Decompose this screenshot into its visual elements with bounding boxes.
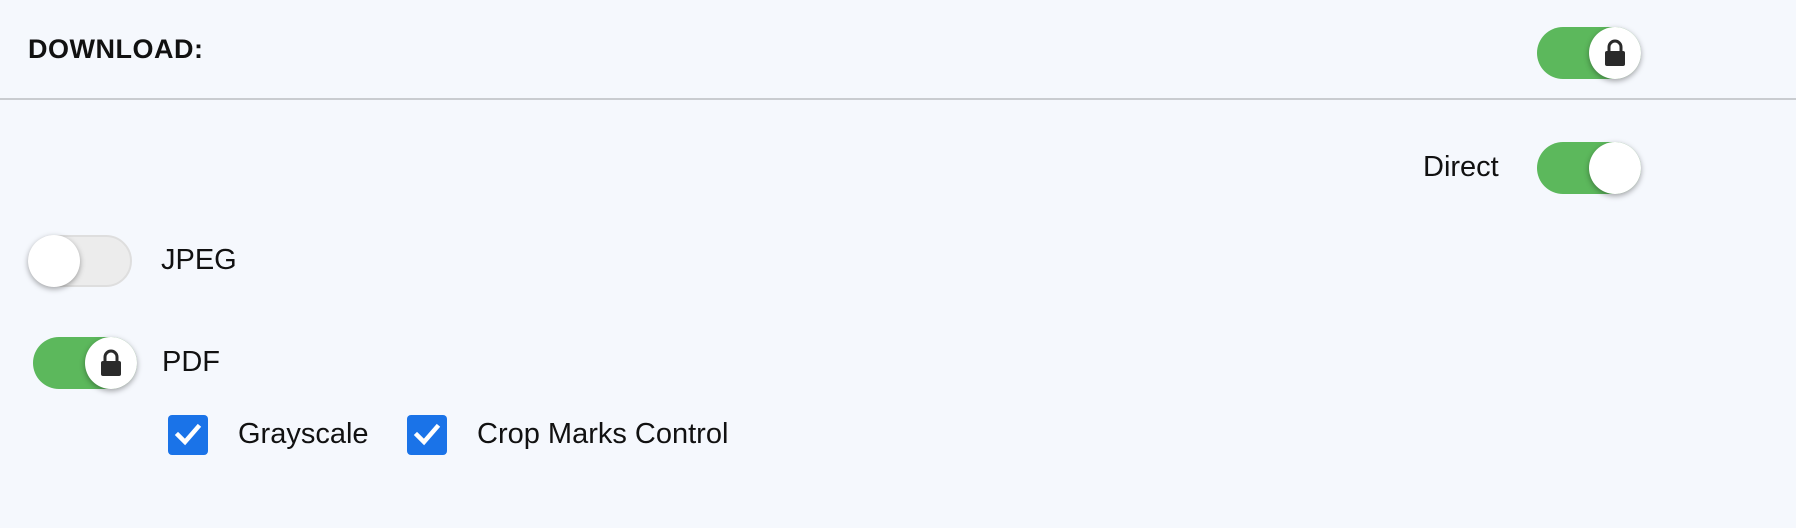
jpeg-label: JPEG: [161, 244, 237, 276]
crop-marks-label: Crop Marks Control: [477, 418, 729, 450]
download-master-toggle[interactable]: [1537, 27, 1641, 79]
download-header: DOWNLOAD:: [0, 0, 1796, 100]
toggle-knob: [1589, 27, 1641, 79]
grayscale-checkbox[interactable]: [168, 415, 208, 455]
toggle-knob: [85, 337, 137, 389]
direct-toggle[interactable]: [1537, 142, 1641, 194]
pdf-label: PDF: [162, 346, 220, 378]
toggle-knob: [1589, 142, 1641, 194]
lock-icon: [101, 349, 121, 376]
jpeg-toggle[interactable]: [28, 235, 132, 287]
checkmark-icon: [413, 423, 441, 446]
lock-icon: [1605, 39, 1625, 66]
toggle-knob: [28, 235, 80, 287]
grayscale-label: Grayscale: [238, 418, 369, 450]
crop-marks-checkbox[interactable]: [407, 415, 447, 455]
pdf-toggle[interactable]: [33, 337, 137, 389]
section-title: DOWNLOAD:: [28, 34, 204, 64]
checkmark-icon: [174, 423, 202, 446]
direct-label: Direct: [1423, 151, 1499, 183]
